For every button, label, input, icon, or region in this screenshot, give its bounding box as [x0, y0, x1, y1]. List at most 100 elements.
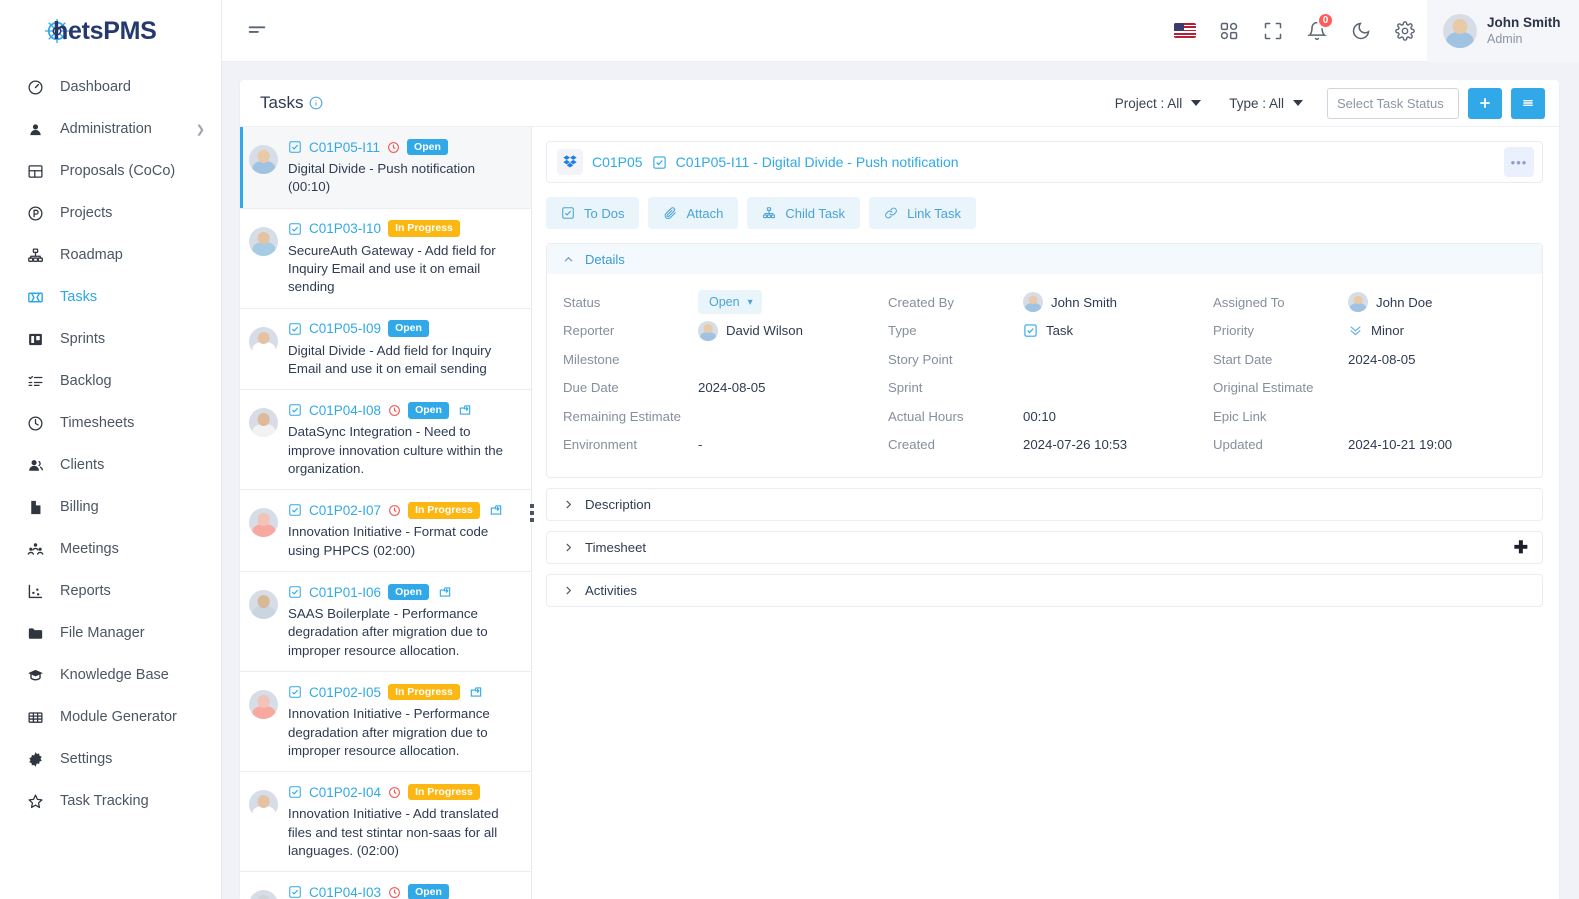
sidebar-item-projects[interactable]: Projects [0, 192, 221, 234]
sidebar-item-file-manager[interactable]: File Manager [0, 612, 221, 654]
add-task-button[interactable] [1468, 87, 1502, 119]
task-key[interactable]: C01P03-I10 [309, 221, 381, 236]
graduation-cap-icon [24, 664, 46, 686]
gear-icon[interactable] [1383, 0, 1427, 62]
task-action-to-dos[interactable]: To Dos [546, 197, 640, 229]
sidebar-item-meetings[interactable]: Meetings [0, 528, 221, 570]
flag-us-icon[interactable] [1163, 0, 1207, 62]
accordion-timesheet[interactable]: Timesheet ✚ [546, 531, 1543, 564]
project-filter[interactable]: Project : All [1101, 87, 1216, 119]
accordion-description[interactable]: Description [546, 488, 1543, 521]
sidebar-item-module-generator[interactable]: Module Generator [0, 696, 221, 738]
type-filter[interactable]: Type : All [1215, 87, 1317, 119]
field-label: Epic Link [1213, 408, 1267, 424]
task-key[interactable]: C01P02-I04 [309, 785, 381, 800]
hamburger-icon[interactable] [246, 19, 270, 43]
task-item-body: C01P03-I10 In Progress SecureAuth Gatewa… [288, 219, 519, 297]
sidebar-item-clients[interactable]: Clients [0, 444, 221, 486]
task-list-item[interactable]: C01P05-I11 Open Digital Divide - Push no… [240, 127, 531, 209]
task-action-label: Link Task [907, 205, 962, 221]
sidebar-item-backlog[interactable]: Backlog [0, 360, 221, 402]
task-action-label: Attach [686, 205, 724, 221]
avatar [249, 590, 278, 620]
task-action-child-task[interactable]: Child Task [747, 197, 861, 229]
task-list-item[interactable]: C01P01-I06 Open SAAS Boilerplate - Perfo… [240, 572, 531, 673]
task-list-item[interactable]: C01P02-I07 In Progress Innovation Initia… [240, 490, 531, 573]
task-check-icon [288, 503, 302, 517]
sidebar-item-roadmap[interactable]: Roadmap [0, 234, 221, 276]
person-name: John Doe [1376, 294, 1433, 310]
field-value [698, 402, 888, 431]
status-dropdown[interactable]: Open ▾ [698, 290, 762, 315]
avatar [249, 326, 278, 356]
task-action-link-task[interactable]: Link Task [869, 197, 977, 229]
task-item-body: C01P04-I08 Open DataSync Integration - N… [288, 400, 519, 478]
task-list-item[interactable]: C01P05-I09 Open Digital Divide - Add fie… [240, 308, 531, 391]
sidebar-item-label: Dashboard [60, 79, 131, 95]
user-profile-menu[interactable]: John Smith Admin [1427, 0, 1579, 62]
task-list-item[interactable]: C01P04-I03 Open DataSync Integration - A… [240, 872, 531, 899]
clock-icon [24, 412, 46, 434]
task-status-input[interactable] [1327, 87, 1459, 119]
task-key[interactable]: C01P02-I05 [309, 685, 381, 700]
sidebar-item-administration[interactable]: Administration ❯ [0, 108, 221, 150]
task-more-button[interactable]: ••• [1504, 147, 1534, 177]
task-key[interactable]: C01P01-I06 [309, 585, 381, 600]
app-logo[interactable]: hetsPMS [0, 0, 221, 62]
sidebar-item-billing[interactable]: Billing [0, 486, 221, 528]
paperclip-icon [663, 206, 677, 220]
sidebar-item-label: Billing [60, 499, 99, 515]
task-key[interactable]: C01P04-I08 [309, 403, 381, 418]
recurring-task-icon [438, 585, 452, 599]
breadcrumb-task[interactable]: C01P05-I11 - Digital Divide - Push notif… [676, 154, 959, 170]
task-check-icon [288, 885, 302, 899]
breadcrumb: C01P05 C01P05-I11 - Digital Divide - Pus… [546, 141, 1543, 183]
task-item-meta: C01P04-I08 Open [288, 400, 519, 420]
add-timesheet-icon[interactable]: ✚ [1514, 539, 1528, 556]
task-key[interactable]: C01P04-I03 [309, 885, 381, 899]
fullscreen-icon[interactable] [1251, 0, 1295, 62]
sidebar-item-timesheets[interactable]: Timesheets [0, 402, 221, 444]
task-key[interactable]: C01P05-I09 [309, 321, 381, 336]
moon-icon[interactable] [1339, 0, 1383, 62]
task-title: Digital Divide - Push notification (00:1… [288, 161, 475, 195]
task-item-meta: C01P05-I09 Open [288, 319, 519, 339]
field-value: 2024-08-05 [698, 380, 766, 396]
status-badge: In Progress [408, 783, 480, 801]
sidebar-item-sprints[interactable]: Sprints [0, 318, 221, 360]
sprints-icon [24, 328, 46, 350]
bell-icon[interactable]: 0 [1295, 0, 1339, 62]
task-list-item[interactable]: C01P04-I08 Open DataSync Integration - N… [240, 390, 531, 491]
apps-grid-icon[interactable] [1207, 0, 1251, 62]
task-item-body: C01P01-I06 Open SAAS Boilerplate - Perfo… [288, 582, 519, 660]
task-list-item[interactable]: C01P02-I04 In Progress Innovation Initia… [240, 772, 531, 873]
field-label: Priority [1213, 323, 1255, 339]
sidebar-item-settings[interactable]: Settings [0, 738, 221, 780]
sidebar-item-task-tracking[interactable]: Task Tracking [0, 780, 221, 822]
task-action-attach[interactable]: Attach [648, 197, 739, 229]
sidebar-item-proposals-coco[interactable]: Proposals (CoCo) [0, 150, 221, 192]
breadcrumb-project[interactable]: C01P05 [592, 154, 643, 170]
split-drag-handle[interactable] [526, 495, 538, 531]
chevron-right-icon [563, 542, 574, 553]
task-list-item[interactable]: C01P03-I10 In Progress SecureAuth Gatewa… [240, 208, 531, 309]
task-title: SAAS Boilerplate - Performance degradati… [288, 606, 488, 658]
sidebar-item-tasks[interactable]: Tasks [0, 276, 221, 318]
billing-icon [24, 496, 46, 518]
task-key[interactable]: C01P02-I07 [309, 503, 381, 518]
task-item-body: C01P04-I03 Open DataSync Integration - A… [288, 882, 519, 899]
list-view-button[interactable] [1511, 87, 1545, 119]
task-list-item[interactable]: C01P02-I05 In Progress Innovation Initia… [240, 672, 531, 773]
sidebar-item-reports[interactable]: Reports [0, 570, 221, 612]
task-key[interactable]: C01P05-I11 [309, 140, 380, 155]
field-value: 00:10 [1023, 408, 1057, 424]
sidebar-item-knowledge-base[interactable]: Knowledge Base [0, 654, 221, 696]
task-list[interactable]: C01P05-I11 Open Digital Divide - Push no… [240, 127, 532, 899]
sidebar-item-dashboard[interactable]: Dashboard [0, 66, 221, 108]
info-icon[interactable] [309, 96, 323, 110]
details-section-header[interactable]: Details [547, 244, 1542, 274]
backlog-icon [24, 370, 46, 392]
task-check-icon [288, 140, 302, 154]
overdue-clock-icon [388, 786, 401, 799]
accordion-activities[interactable]: Activities [546, 574, 1543, 607]
